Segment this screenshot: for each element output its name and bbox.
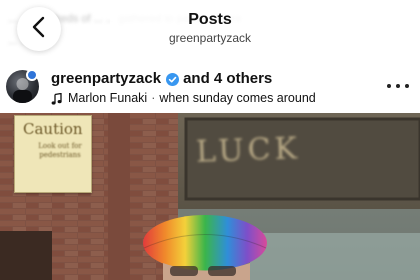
author-line[interactable]: greenpartyzack and 4 others (51, 70, 272, 88)
music-artist: Marlon Funaki (68, 91, 148, 105)
collaborators-link[interactable]: and 4 others (183, 70, 272, 88)
sunglasses-left (170, 266, 198, 276)
page-subtitle: greenpartyzack (168, 31, 252, 45)
header-title-group: Posts greenpartyzack (110, 10, 310, 47)
caution-sign: Caution Look out for pedestrians (14, 115, 92, 193)
back-button[interactable] (17, 7, 61, 51)
sunglasses-right (208, 266, 236, 276)
music-attribution[interactable]: Marlon Funaki · when sunday comes around (51, 91, 316, 106)
doorway (0, 231, 52, 280)
window-reflection (250, 233, 420, 280)
more-dot (405, 84, 409, 88)
rainbow-hat (143, 215, 267, 271)
music-note-icon (51, 92, 62, 105)
story-badge (26, 69, 38, 81)
page-title: Posts (188, 11, 232, 28)
more-dot (387, 84, 391, 88)
shop-sign-text: LUCK (195, 131, 302, 170)
chevron-left-icon (31, 16, 47, 43)
caution-sign-body: Look out for pedestrians (38, 142, 82, 159)
post-header: greenpartyzack and 4 others Marlon Funak… (0, 62, 420, 110)
more-options-icon[interactable] (387, 76, 409, 96)
author-username[interactable]: greenpartyzack (51, 70, 161, 88)
caution-sign-title: Caution (23, 120, 83, 138)
post-photo[interactable]: Caution Look out for pedestrians LUCK (0, 113, 420, 280)
brick-pillar (108, 113, 130, 280)
music-track: when sunday comes around (159, 91, 316, 105)
top-bar: ... ... hundreds of ... ... gathered to … (0, 0, 420, 56)
more-dot (396, 84, 400, 88)
music-separator: · (151, 91, 156, 105)
verified-badge-icon (166, 72, 180, 86)
